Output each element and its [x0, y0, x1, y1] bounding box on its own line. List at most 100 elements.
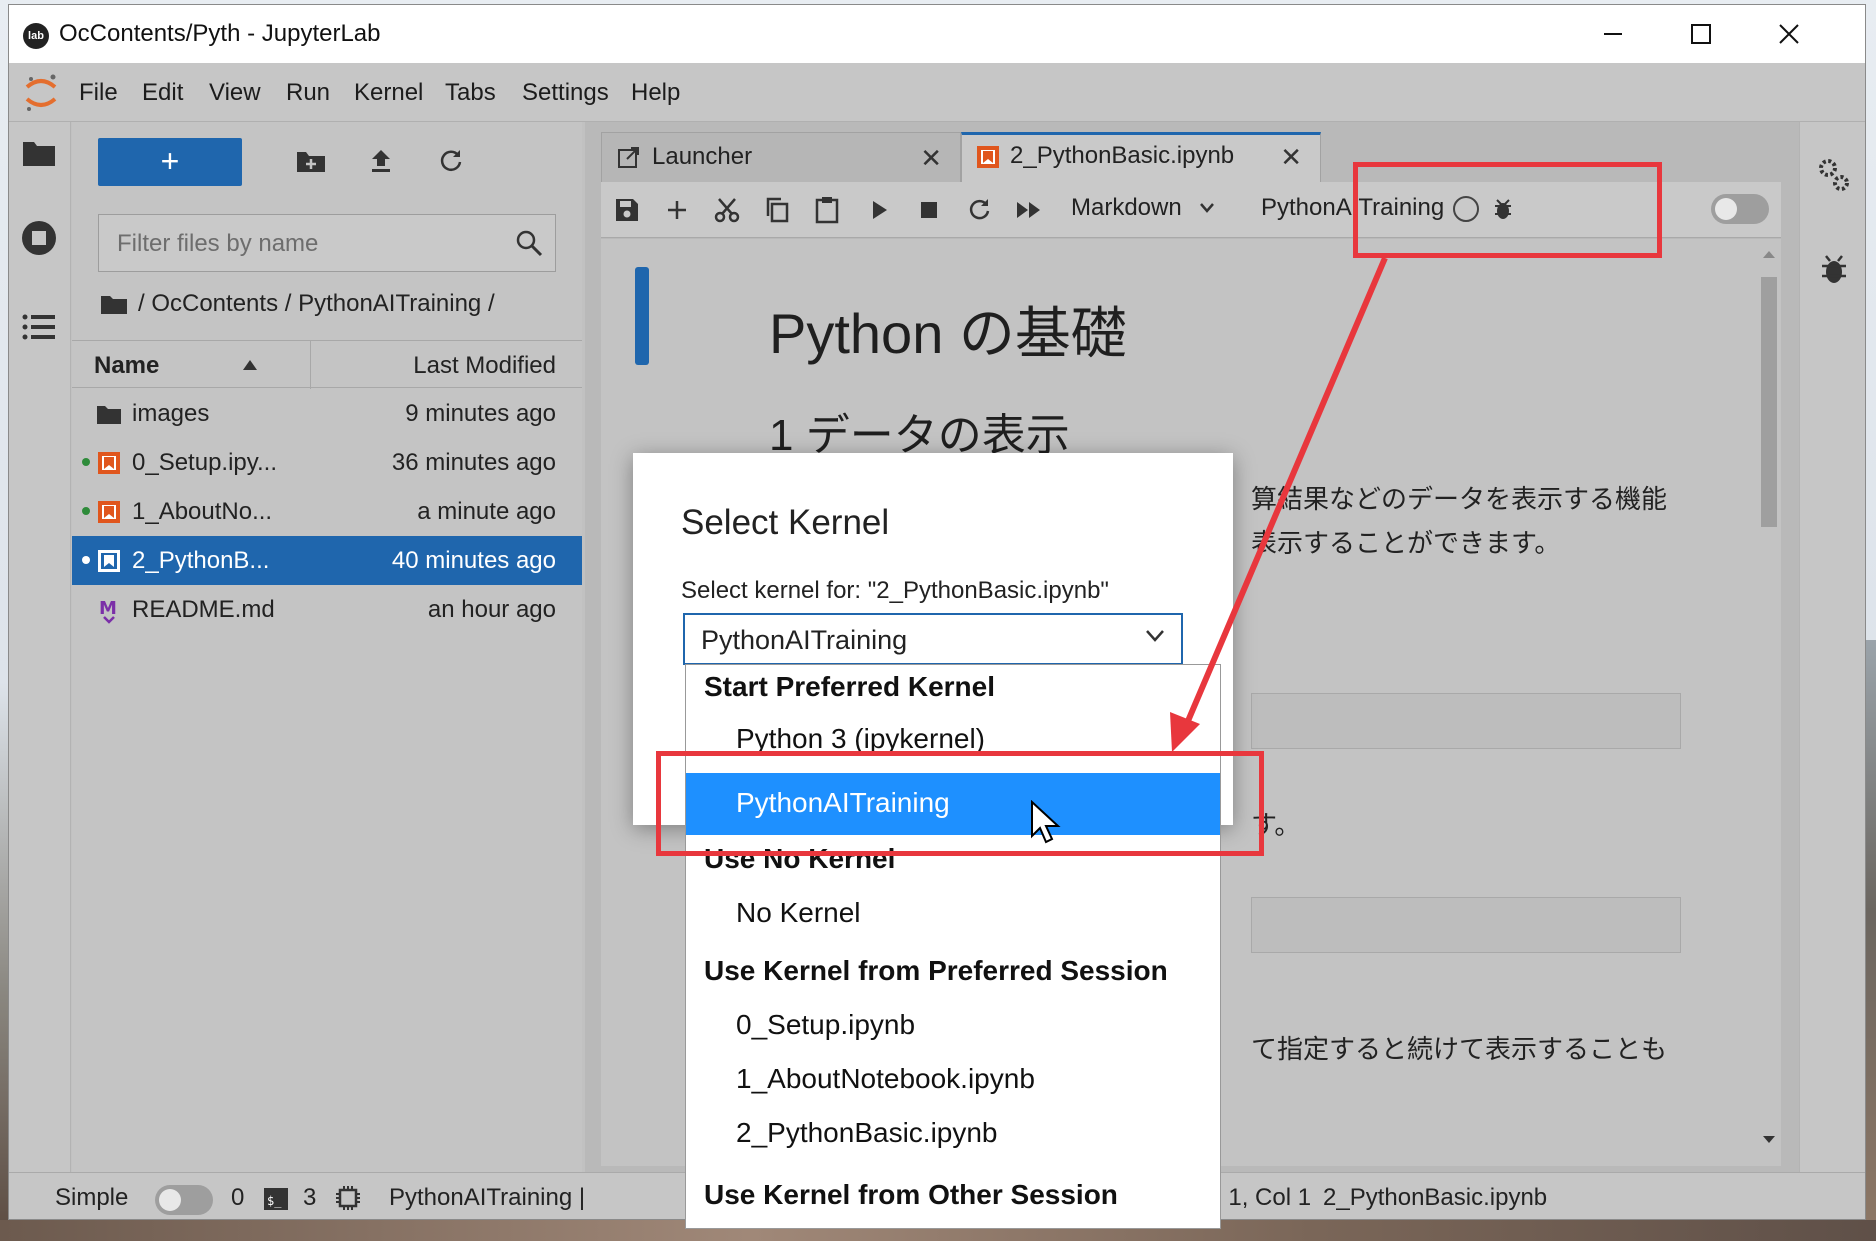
restart-button[interactable]: [963, 194, 995, 226]
menu-view[interactable]: View: [209, 79, 261, 107]
close-icon: [1779, 24, 1799, 44]
new-folder-button[interactable]: [294, 144, 328, 178]
file-name: 1_AboutNo...: [132, 498, 273, 525]
restart-run-all-button[interactable]: [1013, 194, 1045, 226]
maximize-button[interactable]: [1657, 5, 1745, 63]
upload-button[interactable]: [364, 144, 398, 178]
menu-file[interactable]: File: [79, 79, 118, 107]
filter-files-input[interactable]: Filter files by name: [98, 214, 556, 272]
kernel-status[interactable]: PythonAITraining |: [389, 1184, 585, 1212]
menu-tabs[interactable]: Tabs: [445, 79, 496, 107]
property-inspector-icon[interactable]: [1816, 156, 1852, 194]
table-of-contents-icon[interactable]: [21, 312, 57, 342]
cell-type-select[interactable]: Markdown: [1071, 194, 1182, 222]
debugger-toggle[interactable]: [1711, 194, 1769, 224]
cut-button[interactable]: [711, 194, 743, 226]
dialog-title: Select Kernel: [681, 503, 890, 542]
tab-close-button[interactable]: ✕: [1280, 142, 1302, 173]
menu-edit[interactable]: Edit: [142, 79, 183, 107]
column-last-modified[interactable]: Last Modified: [413, 352, 556, 380]
window-title: OcContents/Pyth - JupyterLab: [59, 20, 381, 47]
close-window-button[interactable]: [1745, 5, 1833, 63]
notebook-scrollbar[interactable]: [1759, 249, 1779, 1149]
stop-icon: [921, 202, 937, 218]
file-modified: 9 minutes ago: [405, 400, 556, 427]
notebook-icon: [96, 548, 122, 574]
file-row[interactable]: 1_AboutNo... a minute ago: [72, 487, 582, 536]
menu-kernel[interactable]: Kernel: [354, 79, 423, 107]
file-list-header: Name Last Modified: [72, 340, 582, 389]
menu-settings[interactable]: Settings: [522, 79, 609, 107]
file-row[interactable]: M README.md an hour ago: [72, 585, 582, 634]
option-group-label: Use Kernel from Other Session: [704, 1179, 1118, 1210]
scroll-down-icon: [1763, 1136, 1775, 1143]
copy-button[interactable]: [761, 194, 793, 226]
new-launcher-button[interactable]: +: [98, 138, 242, 186]
code-cell[interactable]: [1251, 693, 1681, 749]
notebook-icon: [96, 450, 122, 476]
run-button[interactable]: [863, 194, 895, 226]
code-cell[interactable]: [1251, 897, 1681, 953]
insert-cell-button[interactable]: [661, 194, 693, 226]
file-modified: an hour ago: [427, 596, 556, 623]
kernel-count[interactable]: 3: [303, 1184, 316, 1212]
menu-run[interactable]: Run: [286, 79, 330, 107]
file-row[interactable]: images 9 minutes ago: [72, 389, 582, 438]
scrollbar-thumb[interactable]: [1761, 277, 1777, 527]
kernel-option[interactable]: 2_PythonBasic.ipynb: [736, 1117, 998, 1149]
kernel-option[interactable]: No Kernel: [736, 897, 861, 929]
refresh-button[interactable]: [434, 144, 468, 178]
file-modified: 40 minutes ago: [391, 547, 556, 574]
save-button[interactable]: [611, 194, 643, 226]
paste-button[interactable]: [811, 194, 843, 226]
kernel-option[interactable]: 1_AboutNotebook.ipynb: [736, 1063, 1035, 1095]
right-sidebar: [1799, 122, 1865, 1172]
paste-icon: [815, 197, 839, 224]
file-name: 2_PythonB...: [132, 547, 270, 574]
tab-notebook[interactable]: 2_PythonBasic.ipynb ✕: [961, 132, 1321, 182]
save-icon: [616, 199, 638, 221]
mouse-cursor-icon: [1031, 800, 1061, 844]
cpu-icon[interactable]: [335, 1185, 361, 1211]
markdown-text: 算結果などのデータを表示する機能: [1251, 484, 1668, 514]
play-icon: [873, 201, 887, 219]
running-kernels-icon[interactable]: [19, 218, 59, 258]
running-indicator: [82, 556, 90, 564]
option-group-label: Start Preferred Kernel: [704, 671, 996, 702]
file-row-selected[interactable]: 2_PythonB... 40 minutes ago: [72, 536, 582, 585]
terminal-count[interactable]: 0: [231, 1184, 244, 1212]
search-icon: [516, 230, 543, 257]
minimize-button[interactable]: [1569, 5, 1657, 63]
jupyter-logo-icon: [25, 74, 57, 111]
kernel-dropdown-list: Start Preferred Kernel Python 3 (ipykern…: [685, 664, 1221, 1229]
tab-label: 2_PythonBasic.ipynb: [1010, 142, 1235, 169]
menu-help[interactable]: Help: [631, 79, 680, 107]
file-row[interactable]: 0_Setup.ipy... 36 minutes ago: [72, 438, 582, 487]
left-sidebar: [9, 122, 71, 1172]
file-name: README.md: [132, 596, 275, 623]
kernel-name-annotation-box: [1353, 162, 1662, 258]
interrupt-button[interactable]: [913, 194, 945, 226]
option-group-label: Use Kernel from Preferred Session: [704, 955, 1168, 986]
tab-launcher[interactable]: Launcher ✕: [601, 132, 961, 182]
status-filename: 2_PythonBasic.ipynb: [1323, 1184, 1548, 1211]
file-browser: + Filter files by name / OcContents / Py…: [72, 122, 582, 1172]
kernel-option[interactable]: 0_Setup.ipynb: [736, 1009, 915, 1041]
breadcrumb-path[interactable]: / OcContents / PythonAITraining /: [138, 290, 495, 318]
tab-close-button[interactable]: ✕: [920, 143, 942, 174]
column-name[interactable]: Name: [94, 352, 159, 380]
simple-mode-toggle[interactable]: [155, 1185, 213, 1215]
sort-ascending-icon: [243, 360, 257, 370]
refresh-icon: [440, 150, 462, 171]
debugger-icon[interactable]: [1820, 252, 1848, 286]
kernel-select[interactable]: PythonAITraining: [683, 613, 1183, 665]
folder-home-icon[interactable]: [100, 292, 128, 316]
dialog-label: Select kernel for: "2_PythonBasic.ipynb": [681, 577, 1109, 604]
file-modified: a minute ago: [417, 498, 556, 525]
new-folder-icon: [297, 152, 325, 172]
maximize-icon: [1691, 24, 1711, 44]
running-indicator: [82, 507, 90, 515]
terminal-icon[interactable]: $_: [263, 1187, 289, 1211]
folder-icon[interactable]: [21, 136, 57, 168]
markdown-text: て指定すると続けて表示することも: [1251, 1034, 1668, 1064]
